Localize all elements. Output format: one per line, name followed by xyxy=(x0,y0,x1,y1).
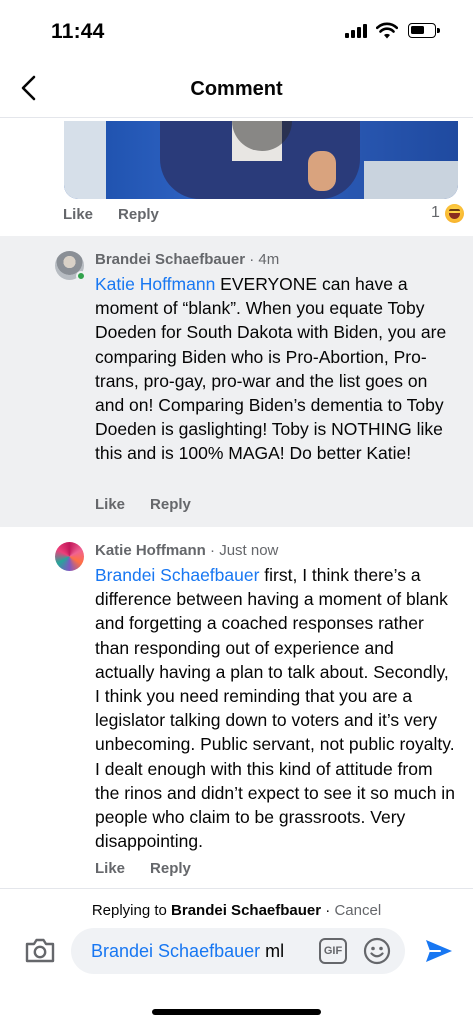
status-time: 11:44 xyxy=(51,20,105,43)
battery-icon xyxy=(408,23,440,38)
comment-mention[interactable]: Katie Hoffmann xyxy=(95,274,215,294)
like-button[interactable]: Like xyxy=(63,206,93,223)
input-mention: Brandei Schaefbauer xyxy=(91,941,261,961)
replying-to-label: Replying to xyxy=(91,902,172,919)
emoji-icon[interactable] xyxy=(363,937,391,965)
status-bar: 11:44 xyxy=(0,0,473,60)
signal-icon xyxy=(345,24,367,38)
reply-button[interactable]: Reply xyxy=(150,860,191,877)
comment-time: 4m xyxy=(258,251,280,268)
like-button[interactable]: Like xyxy=(95,860,125,877)
haha-reaction-icon[interactable] xyxy=(445,204,464,223)
comment-input-text: Brandei Schaefbauer ml xyxy=(91,941,284,962)
comment-mention[interactable]: Brandei Schaefbauer xyxy=(95,565,259,585)
reply-button[interactable]: Reply xyxy=(118,206,159,223)
comment-author[interactable]: Katie Hoffmann xyxy=(95,542,206,559)
cancel-reply-button[interactable]: Cancel xyxy=(334,902,381,919)
comment-body: first, I think there’s a difference betw… xyxy=(95,565,455,852)
comment-item: Katie Hoffmann · Just now Brandei Schaef… xyxy=(0,527,473,887)
comment-actions: Like Reply xyxy=(95,860,216,877)
comment-meta: Katie Hoffmann · Just now xyxy=(95,542,279,559)
parent-comment-actions: Like Reply xyxy=(63,206,184,223)
send-icon[interactable] xyxy=(424,937,454,965)
comment-author[interactable]: Brandei Schaefbauer xyxy=(95,251,245,268)
reply-button[interactable]: Reply xyxy=(150,496,191,513)
header: Comment xyxy=(0,62,473,118)
comment-actions: Like Reply xyxy=(95,496,216,513)
online-status-indicator xyxy=(76,271,86,281)
replying-to-line: Replying to Brandei Schaefbauer · Cancel xyxy=(0,902,473,919)
like-button[interactable]: Like xyxy=(95,496,125,513)
reaction-count[interactable]: 1 xyxy=(431,204,440,222)
comment-meta: Brandei Schaefbauer · 4m xyxy=(95,251,280,268)
replying-to-name: Brandei Schaefbauer xyxy=(171,902,322,919)
separator: · xyxy=(321,902,335,919)
avatar[interactable] xyxy=(55,542,84,571)
input-typed-text: ml xyxy=(260,941,285,961)
reply-composer: Replying to Brandei Schaefbauer · Cancel… xyxy=(0,888,473,1024)
home-indicator xyxy=(152,1009,321,1015)
comment-input[interactable]: Brandei Schaefbauer ml GIF xyxy=(71,928,405,974)
comment-time: Just now xyxy=(219,542,279,559)
comment-text: Brandei Schaefbauer first, I think there… xyxy=(95,563,455,853)
page-title: Comment xyxy=(190,78,283,100)
comment-item: Brandei Schaefbauer · 4m Katie Hoffmann … xyxy=(0,236,473,527)
wifi-icon xyxy=(376,22,398,39)
comment-body: EVERYONE can have a moment of “blank”. W… xyxy=(95,274,447,464)
gif-icon[interactable]: GIF xyxy=(319,938,347,964)
video-thumbnail[interactable] xyxy=(64,121,458,199)
comment-text: Katie Hoffmann EVERYONE can have a momen… xyxy=(95,272,455,466)
camera-icon[interactable] xyxy=(24,936,56,964)
